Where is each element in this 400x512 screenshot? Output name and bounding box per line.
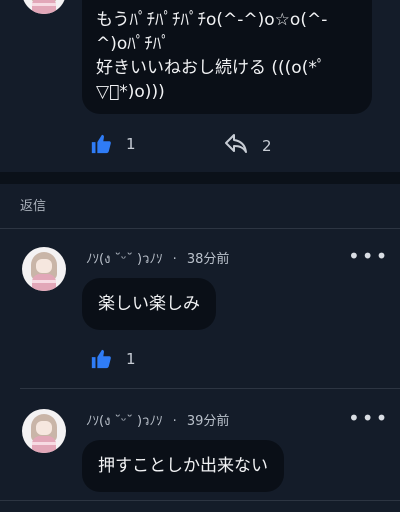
- post-share-button[interactable]: 2: [224, 133, 272, 159]
- reply-avatar[interactable]: [22, 247, 66, 291]
- reply-username[interactable]: ﾉｿ(ง ˘ᵕ˘ )ว: [86, 414, 149, 429]
- more-dots-icon[interactable]: •••: [348, 408, 389, 428]
- reply-time: 39分前: [186, 414, 230, 429]
- original-post: もうﾊﾟﾁﾊﾟﾁﾊﾟﾁo(^-^)o☆o(^- ^)oﾊﾟﾁﾊﾟ 好きいいねおし…: [0, 0, 400, 172]
- post-text-line2: ^)oﾊﾟﾁﾊﾟ: [96, 34, 170, 54]
- reply-username-tail: ﾉｿ: [149, 414, 163, 429]
- more-dots-icon[interactable]: •••: [348, 246, 389, 266]
- post-like-button[interactable]: 1: [90, 133, 136, 155]
- thumbs-up-icon: [90, 348, 112, 370]
- post-avatar[interactable]: [22, 0, 66, 14]
- reply-time: 38分前: [186, 252, 230, 267]
- section-separator: [0, 172, 400, 184]
- reply-bubble: 押すことしか出来ない: [82, 440, 284, 492]
- reply-like-button[interactable]: 1: [90, 348, 136, 370]
- reply-meta: ﾉｿ(ง ˘ᵕ˘ )วﾉｿ · 38分前: [86, 252, 230, 267]
- replies-header-divider: [0, 228, 400, 229]
- reply-avatar[interactable]: [22, 409, 66, 453]
- reply-like-count: 1: [126, 350, 136, 368]
- post-text-line3: 好きいいねおし続ける (((o(*ﾟ: [96, 58, 326, 78]
- reply-bubble: 楽しい楽しみ: [82, 278, 216, 330]
- bottom-divider: [0, 500, 400, 501]
- post-like-count: 1: [126, 135, 136, 153]
- reply-text: 押すことしか出来ない: [98, 456, 268, 476]
- reply-username-tail: ﾉｿ: [149, 252, 163, 267]
- post-text-line4: ▽ﾟ*)o))): [96, 82, 165, 102]
- post-share-count: 2: [262, 137, 272, 155]
- reply-username[interactable]: ﾉｿ(ง ˘ᵕ˘ )ว: [86, 252, 149, 267]
- post-bubble: もうﾊﾟﾁﾊﾟﾁﾊﾟﾁo(^-^)o☆o(^- ^)oﾊﾟﾁﾊﾟ 好きいいねおし…: [82, 0, 372, 114]
- reply-meta: ﾉｿ(ง ˘ᵕ˘ )วﾉｿ · 39分前: [86, 414, 230, 429]
- reply-text: 楽しい楽しみ: [98, 294, 200, 314]
- post-text-line1: もうﾊﾟﾁﾊﾟﾁﾊﾟﾁo(^-^)o☆o(^-: [96, 10, 328, 30]
- reply-divider: [20, 388, 400, 389]
- thumbs-up-icon: [90, 133, 112, 155]
- share-icon: [224, 133, 248, 159]
- replies-title: 返信: [20, 199, 47, 214]
